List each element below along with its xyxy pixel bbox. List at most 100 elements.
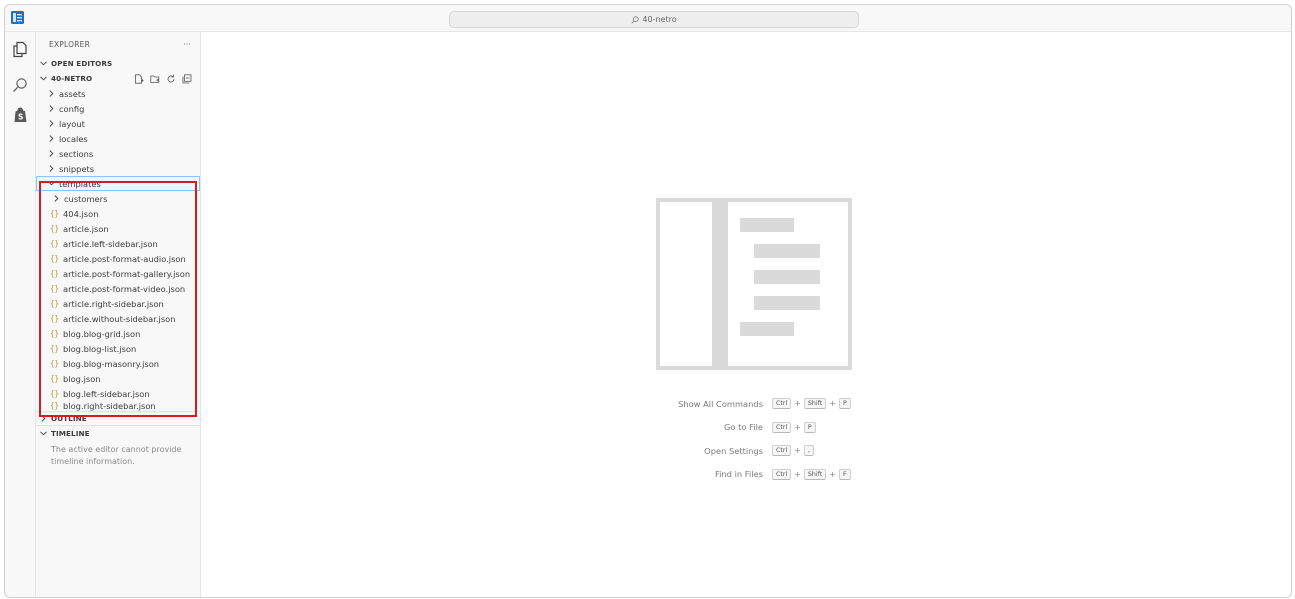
file-item[interactable]: {} blog.json bbox=[36, 371, 200, 386]
chevron-right-icon bbox=[52, 194, 61, 203]
explorer-icon[interactable] bbox=[11, 40, 29, 58]
folder-label: customers bbox=[64, 193, 108, 204]
more-actions-button[interactable]: ··· bbox=[183, 40, 191, 49]
command-center-search[interactable]: 40-netro bbox=[449, 11, 859, 28]
folder-locales[interactable]: locales bbox=[36, 131, 200, 146]
file-item[interactable]: {} article.post-format-gallery.json bbox=[36, 266, 200, 281]
folder-assets[interactable]: assets bbox=[36, 86, 200, 101]
file-item[interactable]: {} article.right-sidebar.json bbox=[36, 296, 200, 311]
key-cap: , bbox=[803, 445, 814, 457]
chevron-right-icon bbox=[47, 89, 56, 98]
json-file-icon: {} bbox=[50, 314, 60, 323]
file-item[interactable]: {} article.post-format-video.json bbox=[36, 281, 200, 296]
open-editors-label: OPEN EDITORS bbox=[51, 59, 113, 68]
folder-sections[interactable]: sections bbox=[36, 146, 200, 161]
json-file-icon: {} bbox=[50, 299, 60, 308]
file-label: blog.right-sidebar.json bbox=[63, 401, 156, 411]
project-root-label: 40-NETRO bbox=[51, 74, 93, 83]
key-cap: Shift bbox=[803, 468, 827, 480]
chevron-down-icon bbox=[47, 179, 56, 188]
file-label: blog.left-sidebar.json bbox=[63, 388, 150, 399]
folder-config[interactable]: config bbox=[36, 101, 200, 116]
shortcut-label: Find in Files bbox=[714, 469, 763, 480]
timeline-section[interactable]: TIMELINE bbox=[36, 425, 200, 441]
outline-label: OUTLINE bbox=[51, 414, 87, 423]
chevron-right-icon bbox=[47, 164, 56, 173]
app-logo-icon bbox=[11, 11, 24, 24]
chevron-right-icon bbox=[47, 119, 56, 128]
svg-text:S: S bbox=[18, 113, 23, 122]
chevron-down-icon bbox=[39, 429, 48, 438]
folder-layout[interactable]: layout bbox=[36, 116, 200, 131]
collapse-all-icon[interactable] bbox=[182, 73, 192, 84]
folder-label: snippets bbox=[59, 163, 95, 174]
file-item[interactable]: {} blog.blog-grid.json bbox=[36, 326, 200, 341]
folder-label: layout bbox=[59, 118, 85, 129]
file-label: article.left-sidebar.json bbox=[63, 238, 158, 249]
timeline-label: TIMELINE bbox=[51, 429, 90, 438]
folder-label: locales bbox=[59, 133, 88, 144]
file-label: article.json bbox=[63, 223, 109, 234]
file-label: blog.blog-masonry.json bbox=[63, 358, 160, 369]
explorer-title: EXPLORER bbox=[49, 39, 90, 49]
key-cap: Ctrl bbox=[772, 445, 792, 457]
shortcut-label: Show All Commands bbox=[678, 398, 763, 409]
search-icon[interactable] bbox=[11, 76, 29, 94]
refresh-icon[interactable] bbox=[166, 74, 176, 84]
shortcut-row[interactable]: Find in Files Ctrl + Shift + F bbox=[641, 463, 1041, 487]
json-file-icon: {} bbox=[50, 284, 60, 293]
shortcut-row[interactable]: Open Settings Ctrl + , bbox=[641, 439, 1041, 463]
shortcut-row[interactable]: Show All Commands Ctrl + Shift + P bbox=[641, 392, 1041, 416]
file-item[interactable]: {} blog.blog-list.json bbox=[36, 341, 200, 356]
file-item[interactable]: {} blog.blog-masonry.json bbox=[36, 356, 200, 371]
file-item[interactable]: {} 404.json bbox=[36, 206, 200, 221]
chevron-right-icon bbox=[39, 414, 48, 423]
json-file-icon: {} bbox=[50, 254, 60, 263]
project-root-section[interactable]: 40-NETRO bbox=[36, 71, 200, 86]
title-bar: 40-netro bbox=[5, 5, 1291, 32]
file-item[interactable]: {} article.post-format-audio.json bbox=[36, 251, 200, 266]
key-cap: Ctrl bbox=[772, 398, 792, 410]
shortcut-list: Show All Commands Ctrl + Shift + P Go to… bbox=[641, 392, 1041, 486]
chevron-right-icon bbox=[47, 104, 56, 113]
plus-separator: + bbox=[794, 399, 801, 409]
vscode-watermark-logo bbox=[656, 198, 852, 370]
plus-separator: + bbox=[829, 469, 836, 479]
folder-label: sections bbox=[59, 148, 94, 159]
shortcut-label: Go to File bbox=[724, 422, 763, 433]
file-label: article.post-format-video.json bbox=[63, 283, 186, 294]
plus-separator: + bbox=[794, 469, 801, 479]
editor-area: Show All Commands Ctrl + Shift + P Go to… bbox=[201, 32, 1291, 597]
command-center-text: 40-netro bbox=[642, 15, 677, 24]
json-file-icon: {} bbox=[50, 344, 60, 353]
json-file-icon: {} bbox=[50, 269, 60, 278]
file-item[interactable]: {} article.left-sidebar.json bbox=[36, 236, 200, 251]
file-label: blog.blog-grid.json bbox=[63, 328, 141, 339]
plus-separator: + bbox=[794, 446, 801, 456]
search-icon bbox=[631, 15, 639, 23]
file-item[interactable]: {} article.without-sidebar.json bbox=[36, 311, 200, 326]
shopify-icon[interactable]: S bbox=[11, 106, 29, 124]
file-label: 404.json bbox=[63, 208, 99, 219]
file-label: article.post-format-gallery.json bbox=[63, 268, 191, 279]
json-file-icon: {} bbox=[50, 329, 60, 338]
open-editors-section[interactable]: OPEN EDITORS bbox=[36, 56, 200, 71]
file-label: article.post-format-audio.json bbox=[63, 253, 186, 264]
json-file-icon: {} bbox=[50, 224, 60, 233]
explorer-header: EXPLORER ··· bbox=[36, 32, 200, 56]
folder-templates[interactable]: templates bbox=[36, 176, 200, 191]
outline-section[interactable]: OUTLINE bbox=[36, 411, 200, 425]
shortcut-row[interactable]: Go to File Ctrl + P bbox=[641, 416, 1041, 440]
shortcut-label: Open Settings bbox=[704, 445, 763, 456]
new-folder-icon[interactable] bbox=[150, 74, 160, 84]
json-file-icon: {} bbox=[50, 389, 60, 398]
file-item[interactable]: {} blog.right-sidebar.json bbox=[36, 401, 200, 411]
new-file-icon[interactable] bbox=[134, 73, 144, 84]
file-item[interactable]: {} blog.left-sidebar.json bbox=[36, 386, 200, 401]
key-cap: P bbox=[838, 398, 851, 410]
folder-customers[interactable]: customers bbox=[36, 191, 200, 206]
file-item[interactable]: {} article.json bbox=[36, 221, 200, 236]
json-file-icon: {} bbox=[50, 374, 60, 383]
vscode-window: 40-netro S EXPLORER ··· OPEN EDITORS 40-… bbox=[4, 4, 1292, 598]
folder-snippets[interactable]: snippets bbox=[36, 161, 200, 176]
